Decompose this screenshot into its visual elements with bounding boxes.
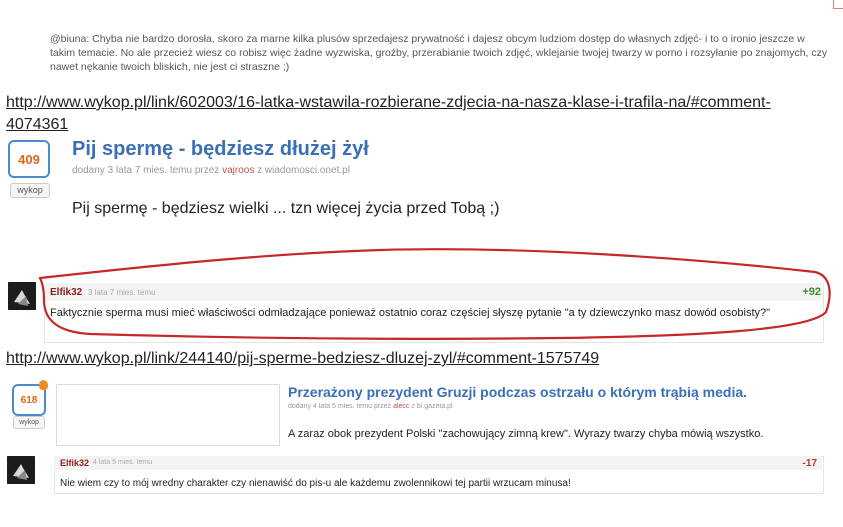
wykop-button[interactable]: wykop: [10, 183, 50, 198]
vote-count: 618: [20, 394, 38, 406]
quoted-comment-text: @biuna: Chyba nie bardzo dorosła, skoro …: [50, 33, 828, 73]
comment-link-2[interactable]: http://www.wykop.pl/link/244140/pij-sper…: [6, 349, 599, 369]
meta-source: z bi.gazeta.pl: [409, 403, 453, 410]
highlight-outline: [38, 248, 831, 340]
entry-description: A zaraz obok prezydent Polski "zachowują…: [288, 428, 764, 440]
entry-title[interactable]: Pij spermę - będziesz dłużej żył: [72, 138, 369, 161]
comment-header: [54, 456, 822, 470]
entry-meta: dodany 4 lata 5 mies. temu przez alecc z…: [288, 403, 453, 410]
entry-description: Pij spermę - będziesz wielki ... tzn wię…: [72, 200, 500, 217]
entry-thumbnail[interactable]: [56, 384, 280, 446]
meta-user-link[interactable]: vajroos: [222, 165, 254, 176]
comment-author[interactable]: Elfik32: [60, 458, 89, 468]
avatar[interactable]: [7, 456, 35, 484]
avatar-image-icon: [7, 456, 35, 484]
vote-count-box[interactable]: 409: [8, 140, 50, 178]
meta-prefix: dodany 3 lata 7 mies. temu przez: [72, 165, 223, 176]
meta-user-link[interactable]: alecc: [393, 403, 409, 410]
comment-text: Nie wiem czy to mój wredny charakter czy…: [60, 478, 571, 489]
vote-count-box[interactable]: 618: [12, 380, 48, 416]
hot-flame-icon: [39, 380, 48, 390]
comment-time: 4 lata 5 mies. temu: [93, 459, 153, 466]
comment-score: -17: [802, 458, 817, 469]
wykop-button[interactable]: wykop: [13, 416, 45, 429]
entry-meta: dodany 3 lata 7 mies. temu przez vajroos…: [72, 165, 350, 176]
entry-title[interactable]: Przerażony prezydent Gruzji podczas ostr…: [288, 384, 747, 400]
meta-prefix: dodany 4 lata 5 mies. temu przez: [288, 403, 394, 410]
comment-link-1[interactable]: http://www.wykop.pl/link/602003/16-latka…: [6, 92, 826, 136]
corner-mark: [833, 0, 843, 9]
meta-source: z wiadomosci.onet.pl: [254, 165, 350, 176]
